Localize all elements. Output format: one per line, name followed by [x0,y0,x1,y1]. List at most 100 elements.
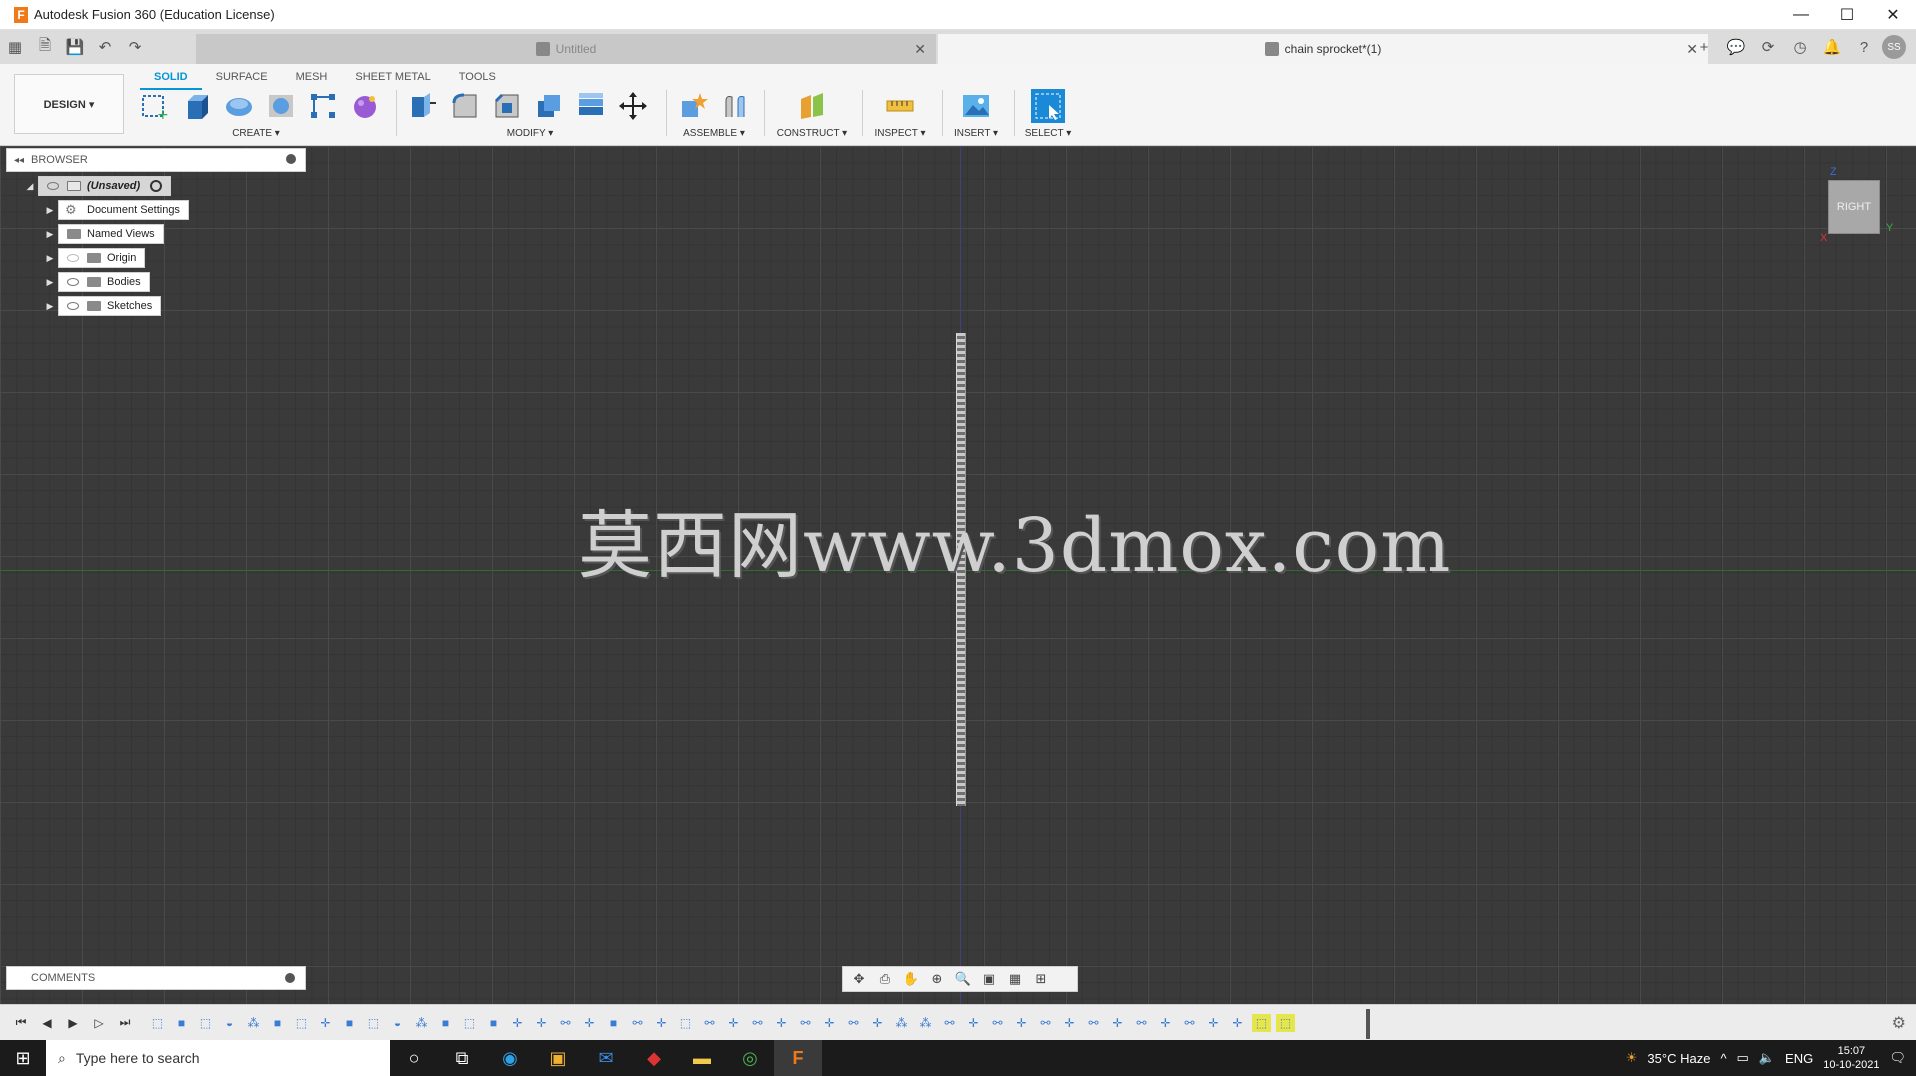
collapse-panel-icon[interactable]: ◂◂ [7,155,31,166]
timeline-move-icon[interactable]: ✛ [316,1014,335,1032]
file-explorer-icon[interactable]: ▬ [678,1040,726,1076]
timeline-move-icon[interactable]: ✛ [1108,1014,1127,1032]
tab-sheet-metal[interactable]: SHEET METAL [341,68,444,90]
timeline-move-icon[interactable]: ✛ [868,1014,887,1032]
inspect-group-label[interactable]: INSPECT ▾ [872,128,928,139]
expand-triangle-icon[interactable]: ▶ [42,272,58,292]
construct-group-label[interactable]: CONSTRUCT ▾ [776,128,848,139]
orbit-icon[interactable]: ✥ [847,969,871,989]
assemble-group-label[interactable]: ASSEMBLE ▾ [676,128,752,139]
timeline-joint-icon[interactable]: ⚯ [700,1014,719,1032]
timeline-move-icon[interactable]: ✛ [820,1014,839,1032]
chat-icon[interactable]: 💬 [1722,33,1750,61]
timeline-move-icon[interactable]: ✛ [652,1014,671,1032]
browser-header[interactable]: ◂◂ BROWSER [6,148,306,172]
timeline-move-icon[interactable]: ✛ [508,1014,527,1032]
mail-icon[interactable]: ✉ [582,1040,630,1076]
timeline-sketch-icon[interactable]: ⬚ [292,1014,311,1032]
app-icon[interactable]: ◆ [630,1040,678,1076]
go-to-start-icon[interactable]: ⏮ [12,1014,30,1032]
timeline-move-icon[interactable]: ✛ [772,1014,791,1032]
timeline-pattern-icon[interactable]: ⁂ [412,1014,431,1032]
offset-plane-icon[interactable] [795,89,829,123]
pin-panel-icon[interactable] [286,154,296,164]
fusion-taskbar-icon[interactable]: F [774,1040,822,1076]
activate-component-icon[interactable] [150,180,163,192]
timeline-move-icon[interactable]: ✛ [580,1014,599,1032]
timeline-extrude-icon[interactable]: ■ [436,1014,455,1032]
move-copy-icon[interactable] [616,89,650,123]
clock-icon[interactable]: ◷ [1786,33,1814,61]
taskbar-clock[interactable]: 15:07 10-10-2021 [1823,1044,1879,1072]
chrome-icon[interactable]: ◎ [726,1040,774,1076]
timeline-move-icon[interactable]: ✛ [1156,1014,1175,1032]
timeline-sketch-icon[interactable]: ⬚ [676,1014,695,1032]
timeline-pattern-icon[interactable]: ⁂ [892,1014,911,1032]
timeline-sketch-icon[interactable]: ⬚ [364,1014,383,1032]
timeline-move-icon[interactable]: ✛ [1012,1014,1031,1032]
timeline-joint-icon[interactable]: ⚯ [988,1014,1007,1032]
look-at-icon[interactable]: ⎙ [873,969,897,989]
press-pull-icon[interactable] [406,89,440,123]
network-icon[interactable]: ▭ [1737,1050,1749,1066]
timeline-joint-icon[interactable]: ⚯ [556,1014,575,1032]
help-icon[interactable]: ? [1850,33,1878,61]
revolve-icon[interactable] [222,89,256,123]
task-view-icon[interactable]: ⧉ [438,1040,486,1076]
timeline-sketch-icon[interactable]: ⬚ [460,1014,479,1032]
expand-triangle-icon[interactable]: ▶ [42,200,58,220]
notification-bell-icon[interactable]: 🔔 [1818,33,1846,61]
step-back-icon[interactable]: ◀ [38,1014,56,1032]
visibility-eye-icon[interactable] [67,254,79,262]
timeline-pattern-icon[interactable]: ⁂ [916,1014,935,1032]
timeline-sketch-icon[interactable]: ⬚ [148,1014,167,1032]
insert-image-icon[interactable] [959,89,993,123]
windows-start-icon[interactable]: ⊞ [0,1040,46,1076]
zoom-icon[interactable]: ⊕ [925,969,949,989]
add-comment-icon[interactable] [285,973,295,983]
timeline-move-icon[interactable]: ✛ [1204,1014,1223,1032]
3d-viewport[interactable]: 莫西网www.3dmox.com [0,146,1916,1040]
insert-group-label[interactable]: INSERT ▾ [952,128,1000,139]
timeline-move-icon[interactable]: ✛ [532,1014,551,1032]
timeline-pattern-icon[interactable]: ⁂ [244,1014,263,1032]
data-panel-grid-icon[interactable]: ▦ [0,30,30,64]
display-settings-icon[interactable]: ▣ [977,969,1001,989]
play-icon[interactable]: ▶ [64,1014,82,1032]
zoom-window-icon[interactable]: 🔍 [951,969,975,989]
timeline-extrude-icon[interactable]: ■ [340,1014,359,1032]
weather-text[interactable]: 35°C Haze [1647,1051,1710,1066]
language-indicator[interactable]: ENG [1785,1051,1813,1066]
shell-icon[interactable] [532,89,566,123]
create-sketch-icon[interactable]: + [138,89,172,123]
create-group-label[interactable]: CREATE ▾ [138,128,374,139]
timeline-revolve-icon[interactable]: ◒ [220,1014,239,1032]
save-icon[interactable]: 💾 [60,30,90,64]
visibility-eye-icon[interactable] [67,302,79,310]
select-tool-icon[interactable] [1031,89,1065,123]
tab-surface[interactable]: SURFACE [202,68,282,90]
maximize-button[interactable]: ☐ [1824,0,1870,30]
combine-icon[interactable] [574,89,608,123]
close-button[interactable]: ✕ [1870,0,1916,30]
view-cube[interactable]: RIGHT [1828,180,1880,234]
timeline-joint-icon[interactable]: ⚯ [796,1014,815,1032]
timeline-sketch-icon[interactable]: ⬚ [196,1014,215,1032]
chamfer-icon[interactable] [490,89,524,123]
undo-icon[interactable]: ↶ [90,30,120,64]
collapse-triangle-icon[interactable]: ◢ [22,176,38,196]
notifications-icon[interactable]: 🗨 [1889,1050,1906,1066]
timeline-joint-icon[interactable]: ⚯ [1036,1014,1055,1032]
browser-item-sketches[interactable]: ▶ Sketches [42,296,162,316]
expand-triangle-icon[interactable]: ▶ [42,224,58,244]
redo-icon[interactable]: ↷ [120,30,150,64]
joint-icon[interactable] [718,89,752,123]
timeline-joint-icon[interactable]: ⚯ [1084,1014,1103,1032]
expand-triangle-icon[interactable]: ▶ [42,248,58,268]
timeline-joint-icon[interactable]: ⚯ [844,1014,863,1032]
timeline-extrude-icon[interactable]: ■ [172,1014,191,1032]
minimize-button[interactable]: — [1778,0,1824,30]
timeline-move-icon[interactable]: ✛ [1060,1014,1079,1032]
measure-icon[interactable] [883,89,917,123]
select-group-label[interactable]: SELECT ▾ [1024,128,1072,139]
